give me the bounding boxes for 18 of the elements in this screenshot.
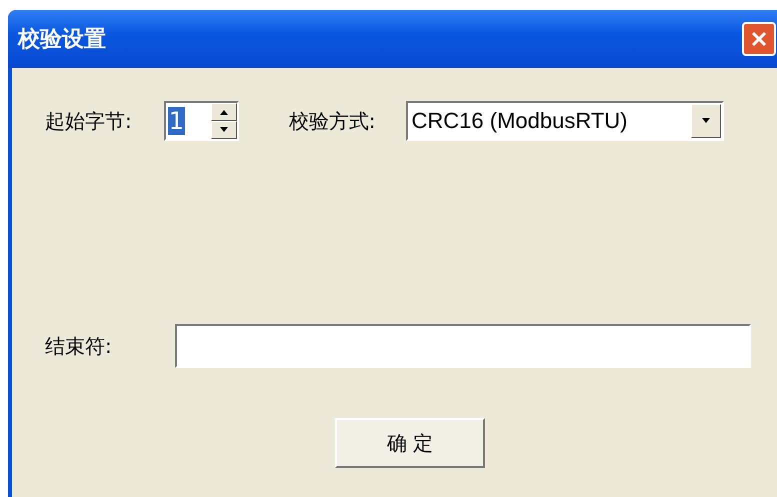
spinner-value: 1 <box>168 107 186 135</box>
caret-icon <box>700 118 710 124</box>
spinner-field[interactable]: 1 <box>164 101 239 141</box>
up-arrow-icon <box>218 109 229 115</box>
dropdown-button[interactable] <box>690 104 720 138</box>
ok-button[interactable]: 确 定 <box>335 418 485 468</box>
field-label: 结束符: <box>45 332 113 360</box>
spin-down-button[interactable] <box>210 121 237 139</box>
dropdown-field[interactable]: CRC16 (ModbusRTU) <box>406 101 724 141</box>
window-title: 校验设置 <box>18 26 106 54</box>
input-field[interactable] <box>175 324 751 368</box>
field-label: 校验方式: <box>288 108 376 134</box>
close-button[interactable] <box>742 22 776 56</box>
dropdown-value: CRC16 (ModbusRTU) <box>412 108 628 134</box>
close-icon <box>749 29 769 49</box>
spin-up-button[interactable] <box>210 103 237 121</box>
down-arrow-icon <box>218 127 229 133</box>
field-label: 起始字节: <box>45 108 132 134</box>
